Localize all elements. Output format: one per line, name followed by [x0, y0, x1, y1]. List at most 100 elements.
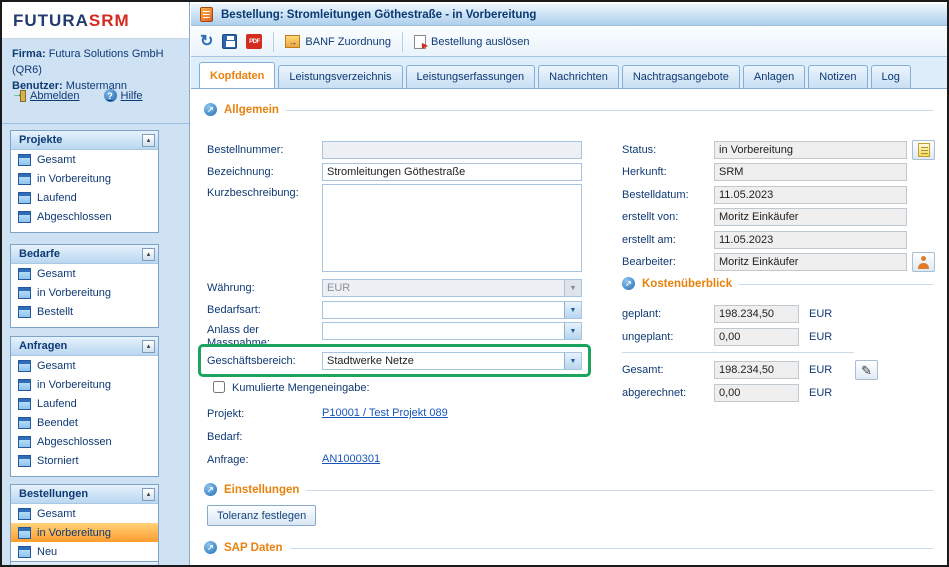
- erstellt-von-input: [714, 208, 907, 226]
- sidebar-anfragen-gesamt[interactable]: Gesamt: [11, 356, 158, 375]
- toolbar-separator: [273, 32, 274, 52]
- kosten-divider: [622, 352, 854, 353]
- sidebar-item-label: in Vorbereitung: [37, 527, 111, 539]
- kurzbeschreibung-textarea[interactable]: [322, 184, 582, 272]
- geplant-input: [714, 305, 799, 323]
- herkunft-input: [714, 163, 907, 181]
- section-allgemein-title: Allgemein: [224, 104, 279, 116]
- document-icon: [18, 306, 31, 318]
- save-icon[interactable]: [222, 34, 237, 49]
- anlass-select[interactable]: ▼: [322, 322, 582, 340]
- ausloesen-label: Bestellung auslösen: [431, 36, 529, 48]
- status-note-button[interactable]: [912, 140, 935, 160]
- tab-nachrichten[interactable]: Nachrichten: [538, 65, 619, 88]
- tab-notizen[interactable]: Notizen: [808, 65, 867, 88]
- sidebar-bedarfe-bestellt[interactable]: Bestellt: [11, 302, 158, 321]
- sidebar-bedarfe-in-vorbereitung[interactable]: in Vorbereitung: [11, 283, 158, 302]
- collapse-icon[interactable]: ▴: [142, 340, 155, 353]
- tab-log[interactable]: Log: [871, 65, 911, 88]
- help-link[interactable]: ? Hilfe: [104, 89, 143, 102]
- document-icon: [18, 154, 31, 166]
- toolbar-separator: [402, 32, 403, 52]
- help-label: Hilfe: [121, 90, 143, 102]
- sidebar-item-label: Abgeschlossen: [37, 211, 112, 223]
- ungeplant-currency: EUR: [809, 331, 832, 343]
- document-icon: [18, 379, 31, 391]
- document-icon: [18, 398, 31, 410]
- tab-leistungserfassungen[interactable]: Leistungserfassungen: [406, 65, 536, 88]
- tab-leistungsverzeichnis[interactable]: Leistungsverzeichnis: [278, 65, 402, 88]
- tab-kopfdaten[interactable]: Kopfdaten: [199, 62, 275, 88]
- sidebar-anfragen-beendet[interactable]: Beendet: [11, 413, 158, 432]
- sidebar-projekte-abgeschlossen[interactable]: Abgeschlossen: [11, 207, 158, 226]
- document-icon: [18, 360, 31, 372]
- kurzbeschreibung-label: Kurzbeschreibung:: [207, 187, 299, 200]
- bezeichnung-input[interactable]: [322, 163, 582, 181]
- tab-nachtragsangebote[interactable]: Nachtragsangebote: [622, 65, 740, 88]
- abgerechnet-input: [714, 384, 799, 402]
- sidebar-item-label: Gesamt: [37, 154, 76, 166]
- sidebar-projekte-in-vorbereitung[interactable]: in Vorbereitung: [11, 169, 158, 188]
- sidebar-projekte-laufend[interactable]: Laufend: [11, 188, 158, 207]
- sidebar-bestellungen-gesamt[interactable]: Gesamt: [11, 504, 158, 523]
- bedarfsart-value: [323, 302, 564, 318]
- sidebar-divider: [2, 123, 189, 124]
- pencil-icon: ✎: [861, 364, 872, 377]
- banf-zuordnung-button[interactable]: → BANF Zuordnung: [285, 35, 391, 48]
- projekt-link[interactable]: P10001 / Test Projekt 089: [322, 407, 448, 419]
- sidebar-section-partial: [10, 561, 159, 567]
- logo: FUTURASRM: [2, 2, 189, 39]
- sidebar-section-bedarfe-header: Bedarfe ▴: [11, 245, 158, 264]
- chevron-down-icon[interactable]: ▼: [564, 353, 581, 369]
- sidebar-bedarfe-gesamt[interactable]: Gesamt: [11, 264, 158, 283]
- waehrung-label: Währung:: [207, 282, 255, 295]
- document-icon: [18, 192, 31, 204]
- section-sphere-icon: ↗: [204, 541, 217, 554]
- sidebar-anfragen-abgeschlossen[interactable]: Abgeschlossen: [11, 432, 158, 451]
- collapse-icon[interactable]: ▴: [142, 248, 155, 261]
- bearbeiter-person-button[interactable]: [912, 252, 935, 272]
- sidebar-anfragen-laufend[interactable]: Laufend: [11, 394, 158, 413]
- sidebar-projekte-gesamt[interactable]: Gesamt: [11, 150, 158, 169]
- sidebar-bestellungen-in-vorbereitung[interactable]: in Vorbereitung: [11, 523, 158, 542]
- person-icon: [917, 256, 930, 269]
- section-sap-title: SAP Daten: [224, 542, 283, 554]
- bestellung-ausloesen-button[interactable]: ▶ Bestellung auslösen: [414, 35, 529, 49]
- logout-link[interactable]: → Abmelden: [12, 89, 80, 102]
- sidebar-bestellungen-neu[interactable]: Neu: [11, 542, 158, 561]
- document-icon: [18, 417, 31, 429]
- herkunft-label: Herkunft:: [622, 166, 667, 179]
- gesamt-edit-button[interactable]: ✎: [855, 360, 878, 380]
- document-icon: [18, 508, 31, 520]
- ungeplant-label: ungeplant:: [622, 331, 673, 344]
- sidebar-section-bestellungen: Bestellungen ▴ Gesamt in Vorbereitung Ne…: [10, 484, 159, 567]
- bedarfsart-select[interactable]: ▼: [322, 301, 582, 319]
- order-document-icon: [200, 7, 213, 22]
- gesamt-label: Gesamt:: [622, 364, 664, 377]
- status-label: Status:: [622, 144, 656, 157]
- document-icon: [18, 455, 31, 467]
- anlass-value: [323, 323, 564, 339]
- sidebar-anfragen-storniert[interactable]: Storniert: [11, 451, 158, 470]
- section-einstellungen: ↗ Einstellungen: [204, 483, 933, 496]
- geplant-currency: EUR: [809, 308, 832, 320]
- collapse-icon[interactable]: ▴: [142, 488, 155, 501]
- bezeichnung-label: Bezeichnung:: [207, 166, 274, 179]
- kumulierte-checkbox[interactable]: [213, 381, 225, 393]
- chevron-down-icon[interactable]: ▼: [564, 323, 581, 339]
- app-window: FUTURASRM Firma: Futura Solutions GmbH (…: [0, 0, 949, 567]
- chevron-down-icon[interactable]: ▼: [564, 302, 581, 318]
- sidebar-item-label: Gesamt: [37, 508, 76, 520]
- anfrage-link[interactable]: AN1000301: [322, 453, 380, 465]
- refresh-icon[interactable]: ↻: [200, 34, 213, 50]
- geschaeftsbereich-select[interactable]: Stadtwerke Netze ▼: [322, 352, 582, 370]
- sidebar: FUTURASRM Firma: Futura Solutions GmbH (…: [2, 2, 190, 565]
- main-panel: Bestellung: Stromleitungen Göthestraße -…: [191, 2, 947, 565]
- projekt-label: Projekt:: [207, 408, 244, 421]
- sidebar-anfragen-in-vorbereitung[interactable]: in Vorbereitung: [11, 375, 158, 394]
- collapse-icon[interactable]: ▴: [142, 134, 155, 147]
- pdf-export-icon[interactable]: PDF: [246, 34, 262, 49]
- tab-anlagen[interactable]: Anlagen: [743, 65, 805, 88]
- gesamt-input: [714, 361, 799, 379]
- toleranz-festlegen-button[interactable]: Toleranz festlegen: [207, 505, 316, 526]
